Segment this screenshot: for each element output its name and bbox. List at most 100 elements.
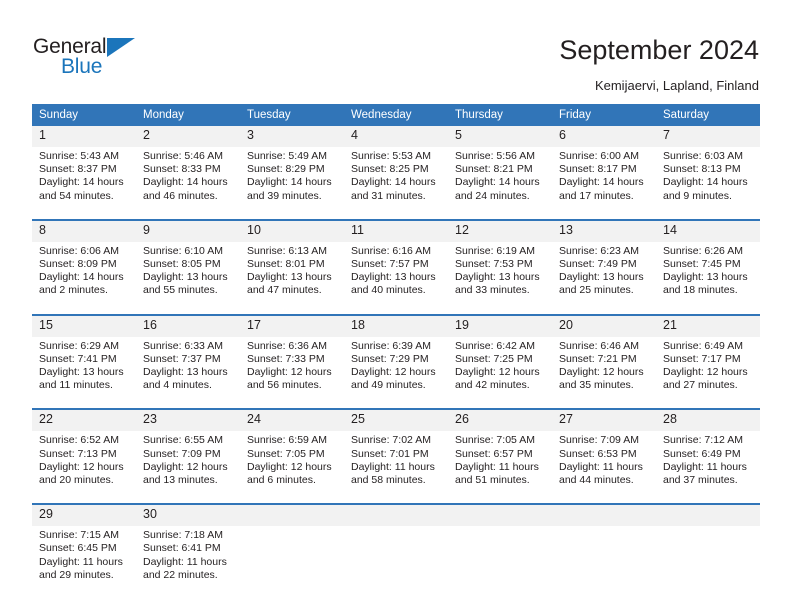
day-cell-number[interactable]: 1 — [32, 126, 136, 147]
week-2-detail-row: Sunrise: 6:06 AM Sunset: 8:09 PM Daylight:… — [32, 241, 760, 304]
day-cell-details: Sunrise: 6:26 AM Sunset: 7:45 PM Daylight:… — [656, 241, 760, 304]
day-cell-number[interactable]: 24 — [240, 410, 344, 432]
calendar-page: General Blue September 2024 Kemijaervi, … — [0, 0, 792, 612]
daylight-text-line1: Daylight: 13 hours — [143, 271, 228, 284]
day-cell-number[interactable]: 7 — [656, 126, 760, 147]
sunset-text: Sunset: 7:21 PM — [559, 352, 637, 365]
day-cell-number[interactable]: 9 — [136, 220, 240, 242]
day-cell-number[interactable]: 29 — [32, 505, 136, 527]
sunrise-text: Sunrise: 6:00 AM — [559, 150, 639, 162]
daylight-text-line1: Daylight: 11 hours — [351, 460, 435, 473]
day-cell-details: Sunrise: 6:06 AM Sunset: 8:09 PM Daylight:… — [32, 241, 136, 304]
day-cell-number[interactable]: 2 — [136, 126, 240, 147]
daylight-text-line1: Daylight: 13 hours — [663, 271, 748, 284]
day-cell-details: Sunrise: 7:02 AM Sunset: 7:01 PM Daylight:… — [344, 431, 448, 494]
day-cell-number[interactable]: 10 — [240, 220, 344, 242]
day-cell-number[interactable]: 15 — [32, 315, 136, 337]
daylight-text-line1: Daylight: 12 hours — [247, 460, 332, 473]
daylight-text-line1: Daylight: 12 hours — [663, 366, 748, 379]
day-cell-number[interactable]: 30 — [136, 505, 240, 527]
day-cell-details: Sunrise: 5:53 AM Sunset: 8:25 PM Daylight:… — [344, 147, 448, 209]
day-cell-number[interactable]: 5 — [448, 126, 552, 147]
sunrise-text: Sunrise: 5:49 AM — [247, 150, 327, 162]
daylight-text-line1: Daylight: 14 hours — [663, 176, 748, 189]
day-cell-number[interactable]: 27 — [552, 410, 656, 432]
sunset-text: Sunset: 8:37 PM — [39, 163, 117, 176]
sunset-text: Sunset: 7:13 PM — [39, 447, 117, 460]
day-cell-number[interactable]: 26 — [448, 410, 552, 432]
brand-logo[interactable]: General Blue — [33, 36, 163, 84]
day-cell-number[interactable]: 17 — [240, 315, 344, 337]
day-cell-details-empty — [240, 526, 344, 589]
daylight-text-line2: and 6 minutes. — [247, 474, 316, 487]
sunrise-text: Sunrise: 6:49 AM — [663, 339, 743, 352]
day-cell-number[interactable]: 16 — [136, 315, 240, 337]
sunrise-text: Sunrise: 6:29 AM — [39, 339, 119, 352]
sunrise-text: Sunrise: 6:06 AM — [39, 244, 119, 257]
day-cell-number[interactable]: 20 — [552, 315, 656, 337]
sunrise-text: Sunrise: 7:05 AM — [455, 434, 535, 447]
daylight-text-line2: and 24 minutes. — [455, 189, 530, 202]
week-4-detail-row: Sunrise: 6:52 AM Sunset: 7:13 PM Daylight:… — [32, 431, 760, 494]
sunset-text: Sunset: 8:09 PM — [39, 258, 117, 271]
daylight-text-line2: and 9 minutes. — [663, 189, 732, 202]
day-cell-number[interactable]: 12 — [448, 220, 552, 242]
sunrise-text: Sunrise: 6:46 AM — [559, 339, 639, 352]
day-cell-details: Sunrise: 6:46 AM Sunset: 7:21 PM Daylight:… — [552, 336, 656, 399]
daylight-text-line1: Daylight: 14 hours — [39, 176, 124, 189]
sunset-text: Sunset: 6:41 PM — [143, 542, 221, 555]
week-gap — [32, 303, 760, 314]
weekday-header-tuesday: Tuesday — [240, 104, 344, 126]
day-cell-number-empty — [552, 505, 656, 527]
day-cell-number[interactable]: 13 — [552, 220, 656, 242]
day-cell-details: Sunrise: 6:19 AM Sunset: 7:53 PM Daylight:… — [448, 241, 552, 304]
day-cell-details: Sunrise: 6:23 AM Sunset: 7:49 PM Daylight:… — [552, 241, 656, 304]
daylight-text-line2: and 55 minutes. — [143, 284, 218, 297]
sunset-text: Sunset: 7:57 PM — [351, 258, 429, 271]
day-cell-number[interactable]: 19 — [448, 315, 552, 337]
day-cell-number[interactable]: 4 — [344, 126, 448, 147]
daylight-text-line2: and 40 minutes. — [351, 284, 426, 297]
day-cell-number[interactable]: 18 — [344, 315, 448, 337]
day-cell-number[interactable]: 3 — [240, 126, 344, 147]
day-cell-number[interactable]: 14 — [656, 220, 760, 242]
day-cell-details: Sunrise: 6:00 AM Sunset: 8:17 PM Daylight:… — [552, 147, 656, 209]
weekday-header-monday: Monday — [136, 104, 240, 126]
daylight-text-line2: and 22 minutes. — [143, 568, 218, 581]
sunset-text: Sunset: 8:17 PM — [559, 163, 637, 176]
sunrise-text: Sunrise: 5:46 AM — [143, 150, 223, 162]
day-cell-number[interactable]: 22 — [32, 410, 136, 432]
daylight-text-line1: Daylight: 14 hours — [143, 176, 228, 189]
day-cell-number-empty — [240, 505, 344, 527]
sunset-text: Sunset: 8:13 PM — [663, 163, 741, 176]
sunset-text: Sunset: 7:29 PM — [351, 352, 429, 365]
week-1-daynum-row: 1 2 3 4 5 6 7 — [32, 126, 760, 147]
weekday-header-wednesday: Wednesday — [344, 104, 448, 126]
day-cell-number[interactable]: 25 — [344, 410, 448, 432]
daylight-text-line2: and 49 minutes. — [351, 379, 426, 392]
daylight-text-line2: and 4 minutes. — [143, 379, 212, 392]
day-cell-details: Sunrise: 6:39 AM Sunset: 7:29 PM Daylight:… — [344, 336, 448, 399]
day-cell-details: Sunrise: 7:12 AM Sunset: 6:49 PM Daylight:… — [656, 431, 760, 494]
day-cell-details: Sunrise: 6:52 AM Sunset: 7:13 PM Daylight:… — [32, 431, 136, 494]
day-cell-number[interactable]: 8 — [32, 220, 136, 242]
day-cell-number[interactable]: 28 — [656, 410, 760, 432]
sunset-text: Sunset: 7:33 PM — [247, 352, 325, 365]
daylight-text-line2: and 13 minutes. — [143, 474, 218, 487]
daylight-text-line2: and 42 minutes. — [455, 379, 530, 392]
day-cell-number[interactable]: 11 — [344, 220, 448, 242]
daylight-text-line2: and 20 minutes. — [39, 474, 114, 487]
sunset-text: Sunset: 7:37 PM — [143, 352, 221, 365]
day-cell-number[interactable]: 6 — [552, 126, 656, 147]
daylight-text-line1: Daylight: 14 hours — [247, 176, 332, 189]
day-cell-details: Sunrise: 5:49 AM Sunset: 8:29 PM Daylight:… — [240, 147, 344, 209]
daylight-text-line2: and 39 minutes. — [247, 189, 322, 202]
day-cell-number[interactable]: 23 — [136, 410, 240, 432]
sunrise-text: Sunrise: 6:16 AM — [351, 244, 431, 257]
day-cell-number[interactable]: 21 — [656, 315, 760, 337]
daylight-text-line1: Daylight: 13 hours — [455, 271, 540, 284]
daylight-text-line2: and 58 minutes. — [351, 474, 426, 487]
daylight-text-line1: Daylight: 13 hours — [559, 271, 644, 284]
daylight-text-line1: Daylight: 11 hours — [39, 555, 123, 568]
day-cell-details: Sunrise: 6:42 AM Sunset: 7:25 PM Daylight:… — [448, 336, 552, 399]
